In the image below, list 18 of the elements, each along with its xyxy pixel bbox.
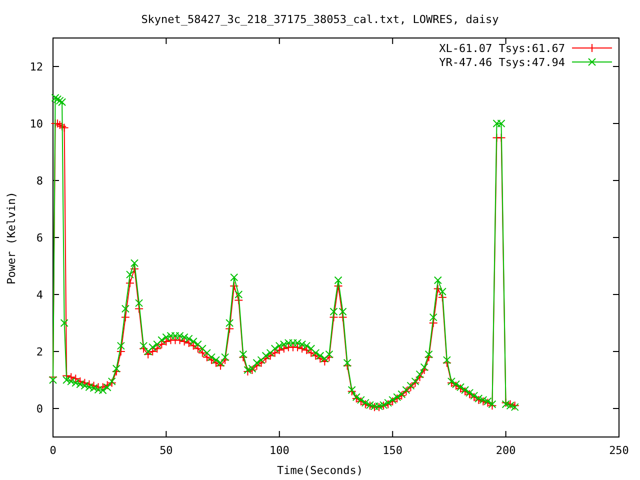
y-tick-label: 2 bbox=[36, 346, 43, 358]
legend-label: XL-61.07 Tsys:61.67 bbox=[439, 42, 565, 55]
x-tick-label: 0 bbox=[50, 444, 56, 457]
chart-title: Skynet_58427_3c_218_37175_38053_cal.txt, LOWRES, daisy bbox=[141, 13, 499, 26]
x-axis-label: Time(Seconds) bbox=[276, 464, 364, 477]
y-tick-label: 10 bbox=[30, 118, 43, 130]
x-tick-label: 100 bbox=[269, 444, 290, 457]
x-tick-label: 250 bbox=[609, 444, 629, 457]
legend-label: YR-47.46 Tsys:47.94 bbox=[439, 56, 565, 69]
y-tick-label: 8 bbox=[36, 174, 43, 188]
x-tick-label: 150 bbox=[382, 444, 403, 457]
y-tick-label: 6 bbox=[36, 232, 43, 244]
y-tick-label: 12 bbox=[30, 60, 43, 74]
y-axis-label: Power (Kelvin) bbox=[5, 192, 18, 284]
y-tick-label: 0 bbox=[36, 402, 43, 416]
x-tick-label: 50 bbox=[160, 444, 173, 457]
x-tick-label: 200 bbox=[496, 444, 516, 457]
y-tick-label: 4 bbox=[36, 288, 43, 302]
